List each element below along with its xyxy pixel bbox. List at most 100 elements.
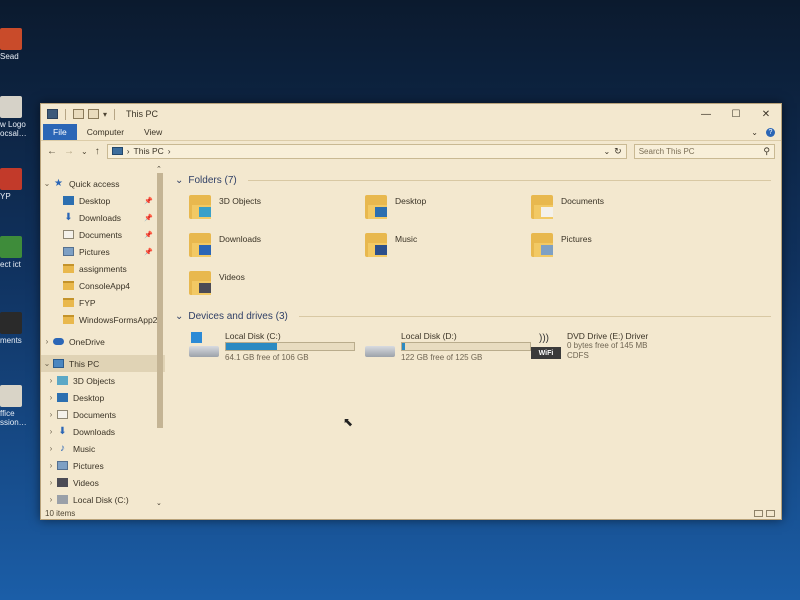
search-placeholder: Search This PC	[638, 146, 695, 156]
address-row: ← → ⌄ ↑ › This PC › ⌄ ↻ Search This PC ⚲	[41, 141, 781, 161]
scroll-up-icon[interactable]: ⌃	[156, 165, 162, 173]
drives-group-header[interactable]: ⌄ Devices and drives (3)	[175, 307, 771, 325]
nav-item[interactable]: ⬇ Downloads 📌	[41, 209, 165, 226]
desktop-shortcut[interactable]: ect ict	[0, 236, 30, 269]
nav-item[interactable]: › ⬇ Downloads	[41, 423, 165, 440]
nav-item[interactable]: Pictures 📌	[41, 243, 165, 260]
refresh-button[interactable]: ↻	[614, 146, 622, 157]
nav-item[interactable]: ConsoleApp4	[41, 277, 165, 294]
search-icon[interactable]: ⚲	[763, 146, 770, 157]
desktop-shortcut[interactable]: ments	[0, 312, 30, 345]
collapsed-chevron-icon[interactable]: ›	[45, 393, 57, 402]
folder-tile[interactable]: Videos	[189, 269, 365, 301]
desktop-shortcut[interactable]: w Logo ocsal…	[0, 96, 30, 138]
pin-icon: 📌	[144, 248, 153, 256]
nav-this-pc[interactable]: ⌄ This PC	[41, 355, 165, 372]
large-icons-view-icon[interactable]	[766, 509, 775, 517]
nav-item[interactable]: Desktop 📌	[41, 192, 165, 209]
close-button[interactable]: ✕	[751, 109, 781, 120]
nav-item[interactable]: › Pictures	[41, 457, 165, 474]
address-dropdown-icon[interactable]: ⌄	[603, 147, 610, 156]
maximize-button[interactable]: ☐	[721, 109, 751, 120]
desktop-shortcut[interactable]: Sead	[0, 28, 30, 61]
nav-quick-access[interactable]: ⌄ ★ Quick access	[41, 175, 165, 192]
collapse-chevron-icon[interactable]: ⌄	[175, 175, 183, 186]
desktop-shortcut[interactable]: ffice ssion…	[0, 385, 30, 427]
new-folder-quick-icon[interactable]	[88, 109, 99, 119]
collapse-chevron-icon[interactable]: ⌄	[175, 311, 183, 322]
nav-label: Music	[73, 443, 96, 454]
folder-icon	[63, 298, 74, 307]
nav-item[interactable]: › ♪ Music	[41, 440, 165, 457]
collapsed-chevron-icon[interactable]: ›	[45, 410, 57, 419]
drive-free-space: 0 bytes free of 145 MB	[567, 341, 648, 350]
desktop-shortcut[interactable]: YP	[0, 168, 30, 201]
nav-label: assignments	[79, 263, 127, 274]
drive-tile-dvd[interactable]: ))) WiFi DVD Drive (E:) Driver 0 bytes f…	[531, 331, 707, 363]
download-icon: ⬇	[64, 212, 73, 223]
breadcrumb-this-pc[interactable]: This PC	[134, 146, 164, 156]
help-icon[interactable]: ?	[766, 127, 775, 137]
drive-tile[interactable]: Local Disk (C:) 64.1 GB free of 106 GB	[189, 331, 365, 363]
this-pc-icon	[111, 147, 123, 155]
nav-item[interactable]: › Desktop	[41, 389, 165, 406]
path-chevron[interactable]: ›	[127, 146, 130, 156]
nav-label: Documents	[73, 409, 116, 420]
collapsed-chevron-icon[interactable]: ›	[41, 337, 53, 346]
nav-item[interactable]: Documents 📌	[41, 226, 165, 243]
collapsed-chevron-icon[interactable]: ›	[45, 461, 57, 470]
window-title: This PC	[126, 109, 159, 119]
item-count: 10 items	[45, 508, 76, 518]
collapsed-chevron-icon[interactable]: ›	[45, 427, 57, 436]
drive-usage-fill	[402, 343, 406, 350]
folder-icon	[531, 193, 553, 219]
shortcut-icon	[0, 28, 22, 50]
folder-tile[interactable]: Downloads	[189, 231, 365, 263]
path-chevron[interactable]: ›	[168, 146, 171, 156]
drive-usage-bar	[225, 342, 355, 351]
navigation-pane[interactable]: ⌄ ★ Quick access Desktop 📌 ⬇ Downloads 📌 Docu…	[41, 165, 165, 507]
recent-locations-button[interactable]: ⌄	[81, 147, 88, 156]
nav-item[interactable]: WindowsFormsApp2	[41, 311, 165, 328]
nav-item[interactable]: FYP	[41, 294, 165, 311]
quick-access-toolbar-dropdown-icon[interactable]: ▾	[103, 110, 107, 119]
scrollbar-thumb[interactable]	[157, 173, 163, 428]
expanded-chevron-icon[interactable]: ⌄	[41, 359, 53, 368]
folders-group-header[interactable]: ⌄ Folders (7)	[175, 171, 771, 189]
properties-quick-icon[interactable]	[73, 109, 84, 119]
folder-tile[interactable]: Pictures	[531, 231, 707, 263]
folder-tile[interactable]: 3D Objects	[189, 193, 365, 225]
folder-tile[interactable]: Desktop	[365, 193, 531, 225]
expand-ribbon-icon[interactable]: ⌄	[751, 128, 758, 137]
address-bar[interactable]: › This PC › ⌄ ↻	[106, 143, 627, 159]
collapsed-chevron-icon[interactable]: ›	[45, 495, 57, 504]
tab-computer[interactable]: Computer	[77, 124, 134, 140]
tab-file[interactable]: File	[43, 124, 77, 140]
nav-item[interactable]: › Local Disk (C:)	[41, 491, 165, 508]
tab-view[interactable]: View	[134, 124, 172, 140]
nav-item[interactable]: › Documents	[41, 406, 165, 423]
back-button[interactable]: ←	[47, 146, 57, 157]
status-bar: 10 items	[41, 507, 781, 519]
nav-scrollbar[interactable]: ⌃ ⌄	[155, 165, 165, 507]
drive-tile[interactable]: Local Disk (D:) 122 GB free of 125 GB	[365, 331, 531, 363]
folder-tile[interactable]: Music	[365, 231, 531, 263]
up-button[interactable]: ↑	[95, 146, 100, 157]
nav-item[interactable]: assignments	[41, 260, 165, 277]
folder-icon	[365, 231, 387, 257]
collapsed-chevron-icon[interactable]: ›	[45, 478, 57, 487]
scroll-down-icon[interactable]: ⌄	[156, 499, 162, 507]
drive-free-space: 64.1 GB free of 106 GB	[225, 353, 309, 362]
expanded-chevron-icon[interactable]: ⌄	[41, 179, 53, 188]
nav-item[interactable]: › 3D Objects	[41, 372, 165, 389]
collapsed-chevron-icon[interactable]: ›	[45, 444, 57, 453]
nav-onedrive[interactable]: › OneDrive	[41, 333, 165, 350]
collapsed-chevron-icon[interactable]: ›	[45, 376, 57, 385]
nav-label: Quick access	[69, 178, 120, 189]
folder-tile[interactable]: Documents	[531, 193, 707, 225]
nav-item[interactable]: › Videos	[41, 474, 165, 491]
forward-button[interactable]: →	[64, 146, 74, 157]
details-view-icon[interactable]	[754, 509, 763, 517]
minimize-button[interactable]: —	[691, 109, 721, 120]
search-input[interactable]: Search This PC ⚲	[633, 143, 775, 159]
